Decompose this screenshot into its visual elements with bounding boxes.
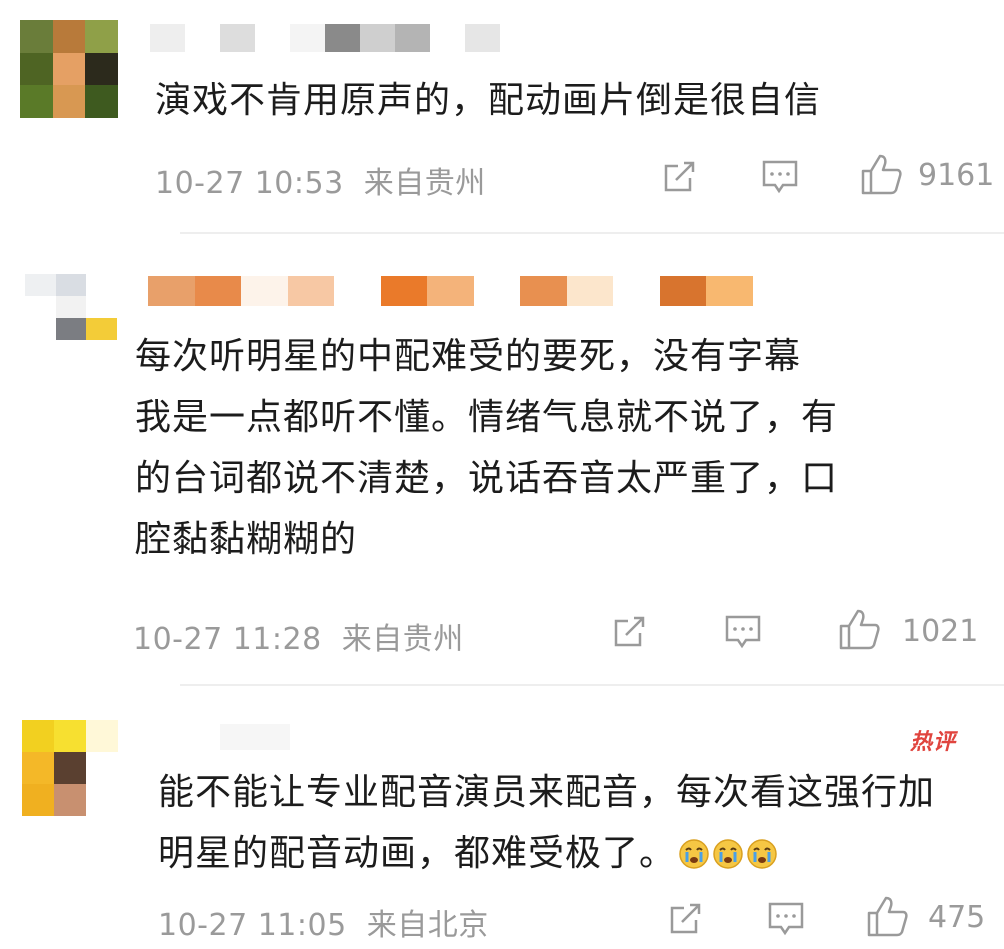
avatar-pixel [86,784,118,816]
comment-meta: 10-27 11:05 来自北京 [158,900,489,944]
username-redacted[interactable] [150,724,360,750]
username-pixel [220,724,290,750]
comment-text: 能不能让专业配音演员来配音，每次看这强行加 明星的配音动画，都难受极了。 [158,762,998,884]
avatar-pixel [54,752,86,784]
like-count: 475 [928,900,986,935]
username-pixel [290,724,360,750]
username-pixel [150,724,220,750]
comment-icon[interactable] [766,898,806,938]
crying-face-emoji [679,839,709,869]
avatar-pixel [86,752,118,784]
crying-face-emoji [713,839,743,869]
comment-item: 热评 能不能让专业配音演员来配音，每次看这强行加 明星的配音动画，都难受极了。 … [0,0,1004,949]
crying-face-emoji [747,839,777,869]
share-icon[interactable] [666,898,706,938]
avatar-pixel [22,752,54,784]
avatar-pixel [22,784,54,816]
avatar-pixel [54,784,86,816]
hot-comment-badge: 热评 [910,730,957,755]
comment-location: 来自北京 [366,908,489,943]
avatar-pixel [54,720,86,752]
emoji-group [676,833,778,874]
avatar-pixel [86,720,118,752]
avatar-pixel [22,720,54,752]
comment-time: 10-27 11:05 [158,908,347,943]
avatar[interactable] [22,720,118,816]
comment-text-body: 能不能让专业配音演员来配音，每次看这强行加 明星的配音动画，都难受极了。 [158,772,936,874]
like-icon[interactable] [864,894,910,940]
